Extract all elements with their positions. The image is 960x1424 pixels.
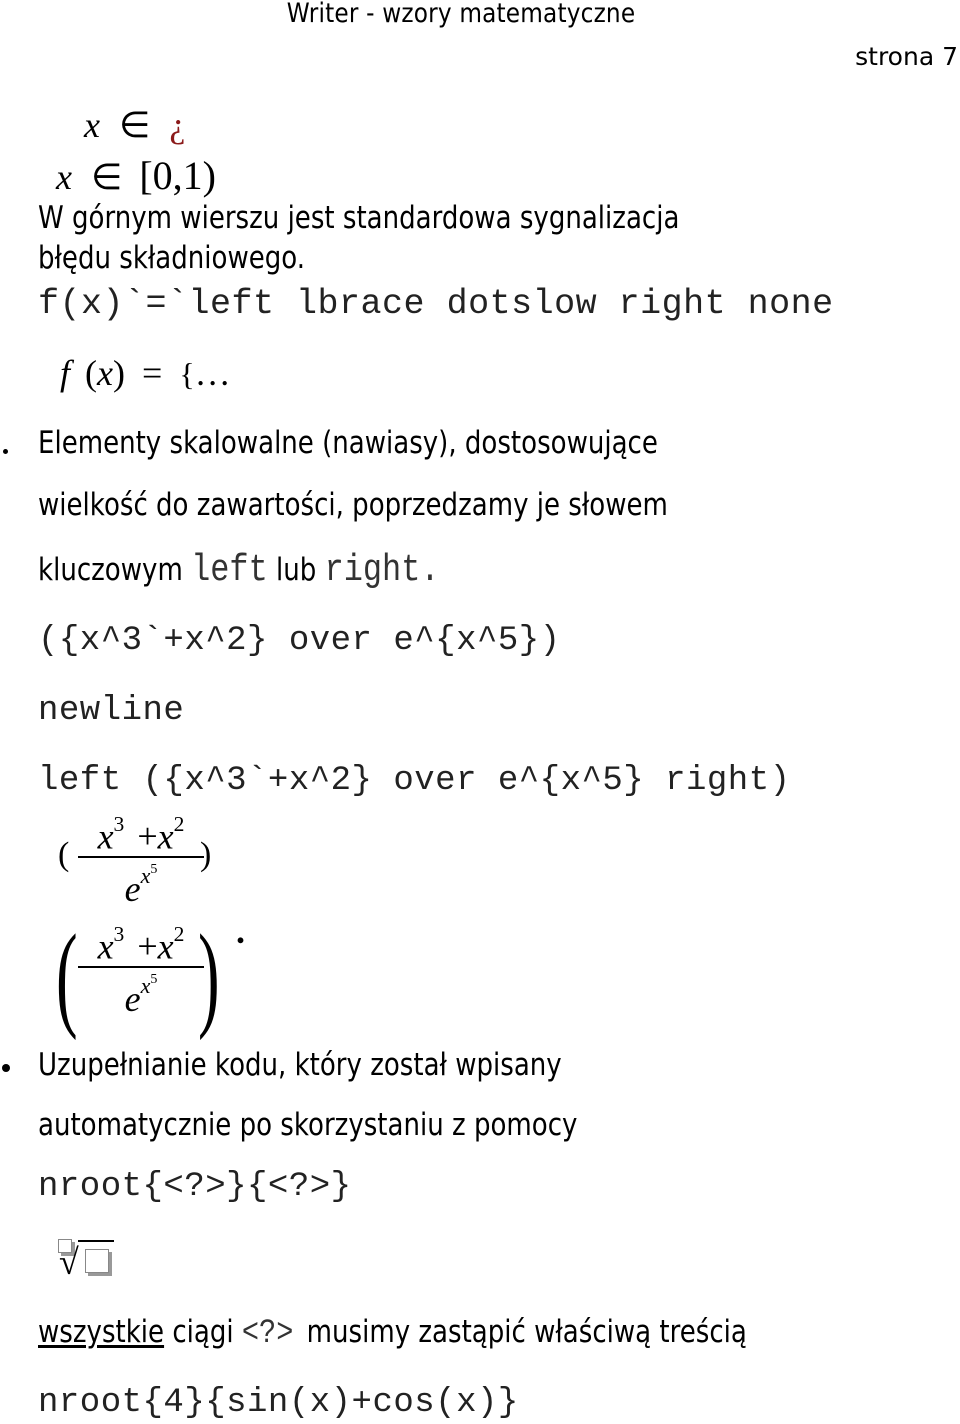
code-line-newline: newline xyxy=(38,692,185,730)
paragraph-line: błędu składniowego. xyxy=(38,240,306,276)
plus-sign: + xyxy=(137,816,158,857)
document-header-title: Writer - wzory matematyczne xyxy=(286,0,636,29)
bullet-line: automatycznie po skorzystaniu z pomocy xyxy=(38,1107,578,1143)
syntax-error-icon: ¿ xyxy=(169,105,186,145)
page-number: strona 7 xyxy=(855,42,958,71)
element-of-symbol: ∈ xyxy=(118,105,151,145)
code-line-left-right: left ({x^3`+x^2} over e^{x^5} right) xyxy=(38,762,791,800)
bullet-icon xyxy=(3,449,8,454)
bullet-line: Uzupełnianie kodu, który został wpisany xyxy=(38,1047,562,1083)
paren-close-scaled: ) xyxy=(198,910,220,1041)
paragraph-line: W górnym wierszu jest standardowa sygnal… xyxy=(38,200,680,236)
paren-open: ( xyxy=(58,836,70,873)
plus-sign: + xyxy=(137,926,158,967)
keyword-right: right xyxy=(324,549,421,592)
exponent: 2 xyxy=(173,812,185,836)
bullet-line: wielkość do zawartości, poprzedzamy je s… xyxy=(38,487,668,523)
math-variable: x xyxy=(157,816,174,857)
code-line-nroot-template: nroot{<?>}{<?>} xyxy=(38,1168,352,1206)
text: lub xyxy=(276,552,317,588)
bullet-line: kluczowym left lub right. xyxy=(38,549,440,592)
math-variable: x xyxy=(97,816,114,857)
code-line-nroot-filled: nroot{4}{sin(x)+cos(x)} xyxy=(38,1384,519,1422)
exponent: 3 xyxy=(113,922,125,946)
text: kluczowym xyxy=(38,552,183,588)
interval: [0,1) xyxy=(139,153,216,198)
formula-interval: x ∈ [0,1) xyxy=(56,152,216,199)
text: musimy zastąpić właściwą treścią xyxy=(306,1314,747,1350)
math-variable: x xyxy=(140,863,151,888)
math-variable: x xyxy=(56,157,72,197)
bullet-line: Elementy skalowalne (nawiasy), dostosowu… xyxy=(38,425,658,461)
paren-close: ) xyxy=(200,836,212,873)
exponent: 5 xyxy=(150,972,158,987)
fraction-bar xyxy=(78,856,204,858)
emphasis-underlined: wszystkie xyxy=(38,1314,165,1350)
math-variable: x xyxy=(157,926,174,967)
math-variable: e xyxy=(124,979,141,1019)
paren-close: ) xyxy=(113,353,125,393)
root-icon: √ xyxy=(59,1242,79,1282)
element-of-symbol: ∈ xyxy=(90,157,123,197)
formula-error-marker: x ∈ ¿ xyxy=(84,104,185,146)
exponent: 3 xyxy=(113,812,125,836)
nroot-placeholder-render: √ xyxy=(55,1236,125,1286)
note-line: wszystkie ciągi <?> musimy zastąpić właś… xyxy=(38,1314,747,1353)
placeholder-token: <?> xyxy=(241,1315,294,1353)
placeholder-radicand-box xyxy=(85,1249,109,1273)
code-line-fraction: ({x^3`+x^2} over e^{x^5}) xyxy=(38,622,561,660)
paren-open: ( xyxy=(85,353,98,393)
math-variable: x xyxy=(97,353,113,393)
dot: . xyxy=(236,911,245,951)
math-variable: e xyxy=(124,869,141,909)
exponent: 2 xyxy=(173,922,185,946)
period: . xyxy=(420,549,440,592)
math-variable: x xyxy=(140,973,151,998)
math-function: f xyxy=(60,353,71,393)
text: ciągi xyxy=(172,1314,234,1350)
bullet-icon xyxy=(2,1064,10,1072)
math-variable: x xyxy=(84,105,100,145)
fraction-bar xyxy=(78,966,204,968)
code-line-lbrace: f(x)`=`left lbrace dotslow right none xyxy=(38,284,834,324)
left-brace: { xyxy=(179,356,195,392)
keyword-left: left xyxy=(191,549,268,592)
math-variable: x xyxy=(97,926,114,967)
exponent: 5 xyxy=(150,862,158,877)
dots-low: … xyxy=(194,353,231,393)
root-overbar xyxy=(78,1240,114,1242)
formula-lbrace: f (x) = {… xyxy=(60,352,231,394)
paren-open-scaled: ( xyxy=(56,910,78,1041)
equals-sign: = xyxy=(142,353,163,393)
